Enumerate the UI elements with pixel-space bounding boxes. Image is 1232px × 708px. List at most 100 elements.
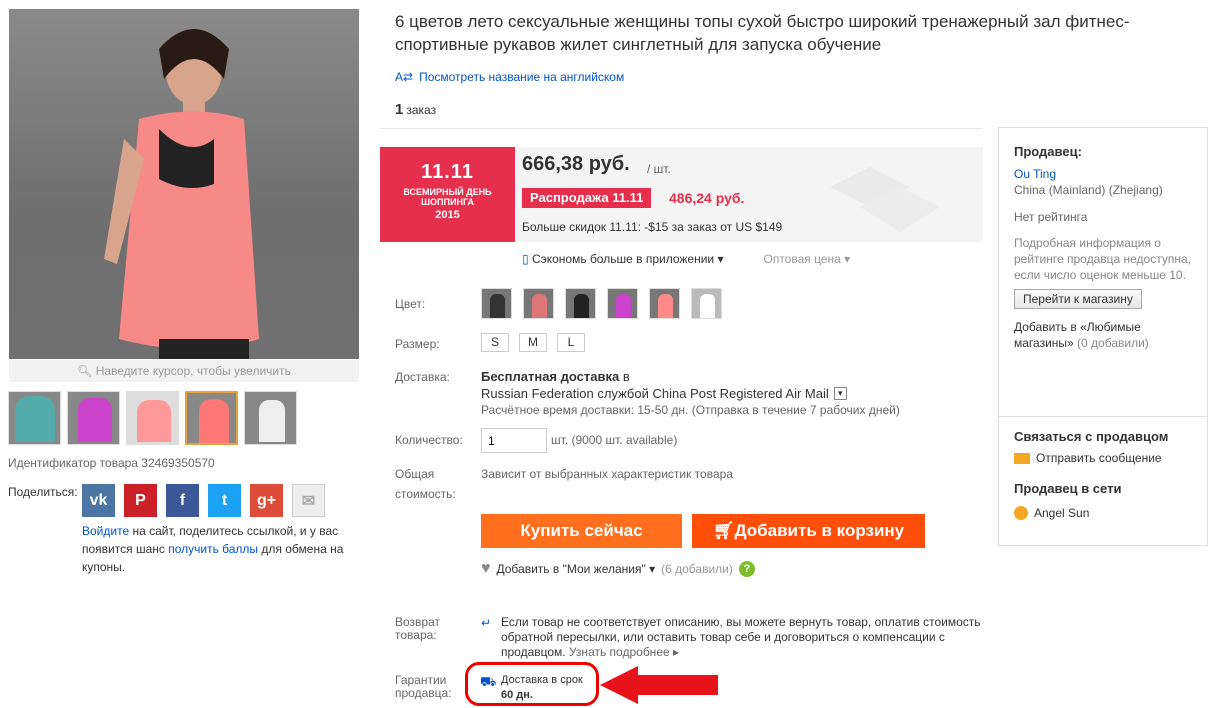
thumbnail-5[interactable] — [244, 391, 297, 445]
size-options: S M L — [481, 333, 585, 352]
send-message-link[interactable]: Отправить сообщение — [1014, 451, 1192, 465]
size-option-l[interactable]: L — [557, 333, 585, 352]
product-id: Идентификатор товара 32469350570 — [8, 456, 215, 470]
color-swatch-2[interactable] — [523, 288, 554, 319]
price-value: 666,38 руб. — [522, 153, 630, 175]
delivery-label: Доставка: — [395, 370, 450, 384]
translate-icon: A⇄ — [395, 70, 414, 84]
red-arrow-icon — [600, 666, 718, 704]
color-swatch-4[interactable] — [607, 288, 638, 319]
delivery-info: Бесплатная доставка в — [481, 369, 630, 384]
rating-note: Подробная информация о рейтинге продавца… — [1014, 236, 1191, 282]
thumbnail-1[interactable] — [8, 391, 61, 445]
favorite-count: (0 добавили) — [1073, 336, 1149, 350]
promo-title: 11.11 — [421, 161, 474, 183]
translate-link-row[interactable]: A⇄ Посмотреть название на английском — [395, 70, 624, 84]
contact-panel: Связаться с продавцом Отправить сообщени… — [998, 416, 1208, 546]
phone-icon: ▯ — [522, 252, 529, 266]
sale-badge: Распродажа 11.11 — [522, 188, 652, 208]
returns-label-1: Возврат — [395, 615, 440, 629]
discount-note: Больше скидок 11.11: -$15 за заказ от US… — [522, 220, 783, 234]
twitter-icon[interactable]: t — [208, 484, 241, 517]
promo-year: 2015 — [435, 209, 460, 221]
total-value: Зависит от выбранных характеристик товар… — [481, 467, 733, 481]
seller-panel: Продавец: Ou Ting China (Mainland) (Zhej… — [998, 127, 1208, 417]
help-icon[interactable]: ? — [738, 561, 755, 577]
delivery-dropdown[interactable]: ▾ — [833, 387, 847, 400]
learn-more-link[interactable]: Узнать подробнее ▸ — [569, 645, 679, 659]
delivery-time: Расчётное время доставки: 15-50 дн. (Отп… — [481, 403, 900, 417]
cart-icon: 🛒︎ — [712, 521, 735, 540]
total-label-1: Общая — [395, 467, 435, 481]
color-swatch-1[interactable] — [481, 288, 512, 319]
delivery-route-text: Russian Federation службой China Post Re… — [481, 386, 829, 401]
thumbnail-strip — [8, 391, 297, 445]
quantity-label: Количество: — [395, 433, 463, 447]
buy-now-button[interactable]: Купить сейчас — [481, 514, 682, 548]
get-points-link[interactable]: получить баллы — [168, 542, 258, 556]
quantity-note: шт. (9000 шт. available) — [551, 433, 678, 447]
return-icon: ↵ — [481, 616, 492, 630]
wholesale-link[interactable]: Оптовая цена ▾ — [763, 252, 850, 266]
online-status-icon — [1014, 506, 1028, 520]
magnifier-icon: 🔍︎ — [77, 364, 93, 378]
thumbnail-4[interactable] — [185, 391, 238, 445]
wishlist-row: ♥ Добавить в "Мои желания" ▾ (6 добавили… — [481, 560, 755, 578]
chevron-down-icon: ▾ — [717, 252, 724, 266]
color-swatch-6[interactable] — [691, 288, 722, 319]
chevron-down-icon: ▾ — [649, 562, 656, 576]
product-title: 6 цветов лето сексуальные женщины топы с… — [395, 12, 1130, 54]
online-seller[interactable]: Angel Sun — [1014, 506, 1192, 520]
guarantee-label-2: продавца: — [395, 686, 452, 700]
promo-subtitle-1: ВСЕМИРНЫЙ ДЕНЬ — [403, 187, 492, 197]
seller-rating: Нет рейтинга — [1014, 210, 1088, 224]
login-link[interactable]: Войдите — [82, 524, 129, 538]
thumbnail-3[interactable] — [126, 391, 179, 445]
learn-more-label: Узнать подробнее — [568, 645, 670, 659]
delivery-in: в — [622, 369, 630, 384]
orders-label: заказ — [406, 103, 437, 117]
online-seller-name: Angel Sun — [1034, 506, 1090, 520]
delivery-route: Russian Federation службой China Post Re… — [481, 386, 847, 401]
contact-heading: Связаться с продавцом — [1014, 429, 1169, 444]
sale-price: 486,24 руб. — [669, 190, 745, 206]
go-to-store-button[interactable]: Перейти к магазину — [1014, 289, 1142, 309]
share-label: Поделиться: — [8, 485, 78, 499]
quantity-input[interactable] — [481, 428, 547, 453]
seller-name[interactable]: Ou Ting — [1014, 167, 1192, 181]
model-figure — [104, 29, 259, 359]
highlight-oval — [465, 662, 599, 706]
seller-location: China (Mainland) (Zhejiang) — [1014, 183, 1163, 197]
facebook-icon[interactable]: f — [166, 484, 199, 517]
size-option-m[interactable]: M — [519, 333, 547, 352]
main-product-image[interactable] — [9, 9, 359, 359]
size-option-s[interactable]: S — [481, 333, 509, 352]
promo-subtitle-2: ШОППИНГА — [421, 197, 474, 207]
social-share-icons: vk P f t g+ ✉ — [82, 484, 325, 517]
color-label: Цвет: — [395, 297, 426, 311]
app-save-link[interactable]: ▯ Сэкономь больше в приложении ▾ — [522, 252, 723, 266]
wholesale-label: Оптовая цена — [763, 252, 841, 266]
app-price-line: ▯ Сэкономь больше в приложении ▾ Оптовая… — [522, 252, 850, 266]
app-save-label: Сэкономь больше в приложении — [531, 252, 715, 266]
envelope-icon — [1014, 452, 1030, 464]
email-icon[interactable]: ✉ — [292, 484, 325, 517]
vk-icon[interactable]: vk — [82, 484, 115, 517]
returns-label-2: товара: — [395, 628, 437, 642]
guarantee-label-1: Гарантии — [395, 673, 447, 687]
seller-heading: Продавец: — [1014, 144, 1082, 159]
color-swatch-5[interactable] — [649, 288, 680, 319]
wishlist-link[interactable]: Добавить в "Мои желания" ▾ — [497, 562, 656, 576]
color-swatch-3[interactable] — [565, 288, 596, 319]
size-label: Размер: — [395, 337, 440, 351]
wishlist-count: (6 добавили) — [661, 562, 733, 576]
total-label-2: стоимость: — [395, 487, 456, 501]
pinterest-icon[interactable]: P — [124, 484, 157, 517]
promo-banner-1111: 11.11 ВСЕМИРНЫЙ ДЕНЬ ШОППИНГА 2015 — [380, 147, 515, 242]
thumbnail-2[interactable] — [67, 391, 120, 445]
translate-link[interactable]: Посмотреть название на английском — [419, 70, 624, 84]
send-message-label: Отправить сообщение — [1036, 451, 1162, 465]
add-to-cart-button[interactable]: 🛒︎Добавить в корзину — [692, 514, 925, 548]
google-plus-icon[interactable]: g+ — [250, 484, 283, 517]
divider — [380, 128, 983, 129]
